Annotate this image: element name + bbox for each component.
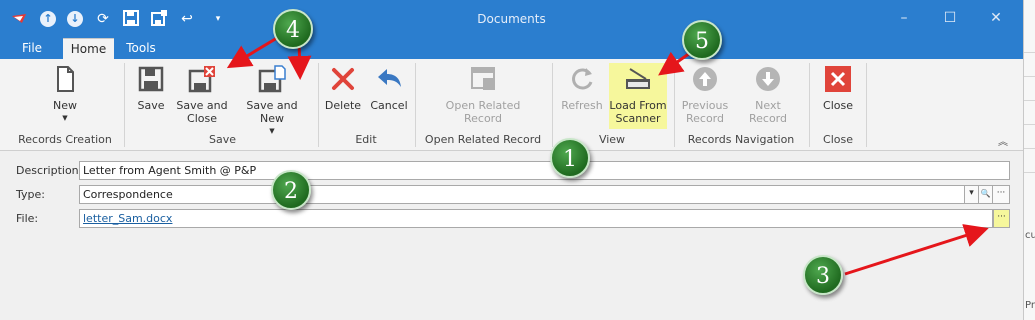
ribbon-tabs: File Home Tools [0, 38, 1023, 60]
close-window-button[interactable]: ✕ [987, 9, 1005, 27]
file-browse-button[interactable]: ··· [993, 209, 1010, 228]
group-save: Save [208, 133, 236, 146]
tab-file[interactable]: File [15, 38, 49, 59]
documents-window: ↑ ↓ ⟳ ↩ ▾ Documents – ☐ ✕ File Home Tool… [0, 0, 1023, 320]
record-form: Description: Letter from Agent Smith @ P… [0, 151, 1023, 320]
undo-arrow-icon [378, 69, 401, 87]
group-open-related-record: Open Related Record [424, 133, 542, 146]
group-separator [866, 63, 867, 147]
grid-line [1024, 52, 1035, 53]
tab-home[interactable]: Home [63, 38, 114, 60]
maximize-button[interactable]: ☐ [941, 9, 959, 27]
save-and-new-button[interactable]: Save and New ▼ [234, 65, 310, 135]
grid-line [1024, 172, 1035, 173]
annotation-marker-2: 2 [271, 170, 311, 210]
floppy-disk-icon [138, 66, 164, 92]
collapse-ribbon-icon[interactable]: ︽ [998, 133, 1008, 148]
group-edit: Edit [355, 133, 377, 146]
refresh-icon [572, 68, 593, 90]
file-link[interactable]: letter_Sam.docx [83, 212, 172, 225]
delete-x-icon [332, 68, 354, 90]
arrow-down-circle-icon [756, 67, 780, 91]
save-new-icon [258, 65, 286, 93]
group-separator [318, 63, 319, 147]
cancel-button[interactable]: Cancel [368, 65, 410, 112]
previous-record-button[interactable]: Previous Record [679, 65, 731, 125]
load-from-scanner-button[interactable]: Load From Scanner [609, 65, 667, 125]
type-field[interactable]: Correspondence [79, 185, 965, 204]
file-label: File: [16, 212, 39, 225]
arrow-up-circle-icon [693, 67, 717, 91]
delete-button[interactable]: Delete [324, 65, 362, 112]
grid-line [1024, 148, 1035, 149]
open-related-record-button[interactable]: Open Related Record [443, 65, 523, 125]
chevron-down-icon: ▼ [62, 114, 68, 122]
type-label: Type: [16, 188, 45, 201]
group-separator [415, 63, 416, 147]
save-and-close-button[interactable]: Save and Close [176, 65, 228, 125]
background-text: cu [1025, 230, 1035, 241]
group-records-creation: Records Creation [18, 133, 112, 146]
grid-line [1024, 124, 1035, 125]
next-record-button[interactable]: Next Record [735, 65, 801, 125]
type-browse-button[interactable]: ··· [992, 185, 1010, 204]
description-label: Description: [16, 164, 83, 177]
grid-line [1024, 100, 1035, 101]
tab-tools[interactable]: Tools [120, 38, 162, 59]
grid-line [1024, 76, 1035, 77]
save-close-icon [188, 66, 215, 93]
group-close: Close [823, 133, 853, 146]
background-text: Pr [1025, 300, 1035, 311]
window-title: Documents [477, 12, 546, 26]
new-button[interactable]: New ▼ [40, 65, 90, 122]
group-separator [124, 63, 125, 147]
description-field[interactable]: Letter from Agent Smith @ P&P [79, 161, 1010, 180]
group-separator [552, 63, 553, 147]
annotation-marker-5: 5 [682, 20, 722, 60]
open-related-icon [471, 67, 495, 90]
new-document-icon [57, 66, 74, 92]
close-button[interactable]: Close [818, 65, 858, 112]
ribbon: New ▼ Records Creation Save Save and Clo… [0, 59, 1023, 151]
title-bar: ↑ ↓ ⟳ ↩ ▾ Documents – ☐ ✕ [0, 0, 1023, 38]
annotation-marker-3: 3 [803, 255, 843, 295]
save-button[interactable]: Save [132, 65, 170, 112]
file-field[interactable]: letter_Sam.docx [79, 209, 993, 228]
minimize-button[interactable]: – [895, 9, 913, 27]
group-records-navigation: Records Navigation [687, 133, 795, 146]
type-dropdown-button[interactable]: ▾ [964, 185, 979, 204]
scanner-icon [626, 68, 650, 89]
group-separator [809, 63, 810, 147]
group-separator [674, 63, 675, 147]
annotation-marker-4: 4 [273, 9, 313, 49]
refresh-button[interactable]: Refresh [558, 65, 606, 112]
close-icon [825, 66, 851, 92]
type-search-icon[interactable]: 🔍 [978, 185, 993, 204]
background-window: cu Pr [1023, 0, 1035, 320]
annotation-marker-1: 1 [550, 138, 590, 178]
